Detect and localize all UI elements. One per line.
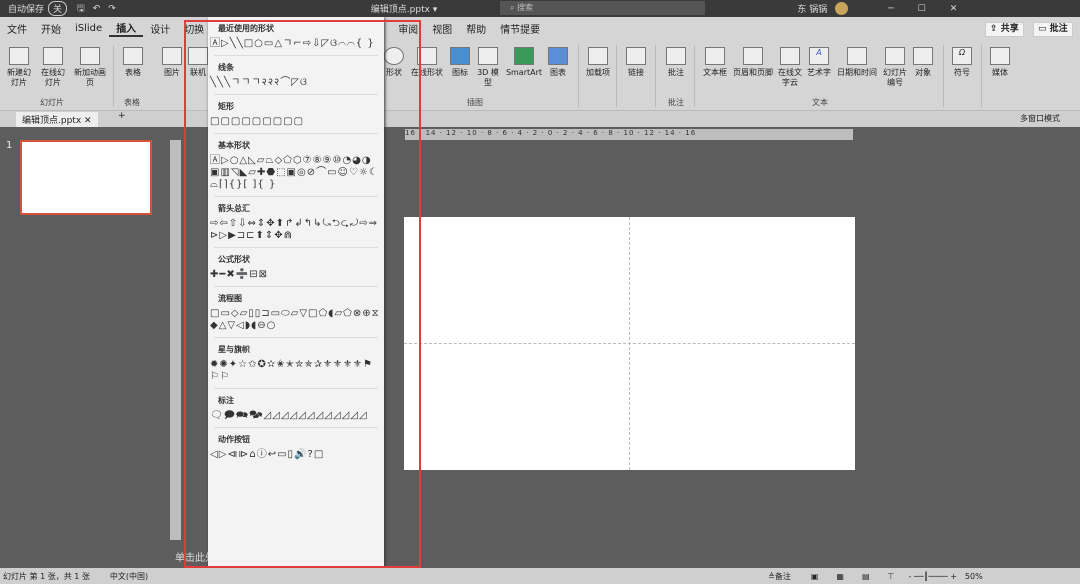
zoom-slider[interactable]: - ──┃──── +: [909, 572, 957, 581]
minimize-icon[interactable]: ─: [888, 4, 893, 14]
table-button[interactable]: 表格: [120, 47, 146, 78]
wordcloud-button[interactable]: 在线文字云: [776, 47, 804, 88]
add-anim-page-button[interactable]: 新加动画页: [74, 47, 106, 88]
comment-button[interactable]: 批注: [662, 47, 690, 78]
sorter-view-icon[interactable]: ▦: [836, 572, 844, 581]
group-text: 文本: [812, 98, 828, 107]
symbol-button[interactable]: Ω 符号: [950, 47, 974, 78]
group-comments: 批注: [668, 98, 684, 107]
group-slides: 幻灯片: [40, 98, 64, 107]
3d-model-button[interactable]: 3D 模型: [474, 47, 502, 88]
slide-info: 幻灯片 第 1 张，共 1 张: [3, 571, 90, 581]
comments-pane-button[interactable]: ▭ 批注: [1033, 22, 1073, 37]
new-slide-button[interactable]: 新建幻灯片: [4, 47, 34, 88]
slideshow-icon[interactable]: ⊤: [888, 572, 895, 581]
new-tab-button[interactable]: +: [118, 111, 126, 121]
user-name[interactable]: 东 锅锅: [797, 2, 827, 15]
redo-icon[interactable]: ↷: [108, 4, 116, 14]
save-icon[interactable]: 🖫: [77, 1, 85, 17]
vertical-ruler: [170, 140, 181, 540]
notes-button[interactable]: ≜备注: [768, 571, 791, 582]
tab-file[interactable]: 文件: [0, 21, 34, 36]
link-button[interactable]: 链接: [622, 47, 650, 78]
textbox-button[interactable]: 文本框: [700, 47, 730, 78]
ribbon-tabs: 文件 开始 iSlide 插入 设计 切换 审阅 视图 帮助 情节提要: [0, 17, 1080, 39]
tab-help[interactable]: 帮助: [459, 21, 493, 36]
highlight-box: [184, 20, 421, 568]
datetime-button[interactable]: 日期和时间: [834, 47, 880, 78]
slide-number-button[interactable]: 幻灯片编号: [880, 47, 910, 88]
share-button[interactable]: ⇪ 共享: [985, 22, 1024, 37]
header-footer-button[interactable]: 页眉和页脚: [730, 47, 776, 78]
ribbon: 新建幻灯片 在线幻灯片 新加动画页 幻灯片 表格 表格 图片 联机 形状 在线形…: [0, 39, 1080, 111]
tab-view[interactable]: 视图: [425, 21, 459, 36]
online-slide-button[interactable]: 在线幻灯片: [38, 47, 68, 88]
maximize-icon[interactable]: ☐: [918, 4, 926, 14]
tab-design[interactable]: 设计: [143, 21, 177, 36]
autosave-label: 自动保存: [8, 5, 45, 15]
slide-canvas[interactable]: [404, 217, 855, 470]
undo-icon[interactable]: ↶: [93, 4, 101, 14]
object-button[interactable]: 对象: [910, 47, 936, 78]
multiwindow-button[interactable]: 多窗口模式: [1020, 113, 1060, 124]
close-icon[interactable]: ✕: [950, 4, 958, 14]
media-button[interactable]: 媒体: [988, 47, 1012, 78]
document-tabs: 编辑顶点.pptx ✕ + 多窗口模式: [0, 111, 1080, 127]
slide-thumbnail[interactable]: [20, 140, 152, 215]
chart-button[interactable]: 图表: [546, 47, 570, 78]
search-placeholder: 搜索: [517, 3, 534, 12]
tab-storyboard[interactable]: 情节提要: [493, 21, 547, 36]
language[interactable]: 中文(中国): [110, 571, 148, 582]
normal-view-icon[interactable]: ▣: [811, 572, 819, 581]
file-name[interactable]: 编辑顶点.pptx ▾: [371, 2, 438, 15]
slide-number: 1: [6, 140, 13, 151]
group-illustrations: 插图: [467, 98, 483, 107]
smartart-button[interactable]: SmartArt: [504, 47, 544, 78]
autosave-toggle[interactable]: 关: [48, 1, 68, 16]
search-input[interactable]: ⌕ 搜索: [500, 1, 705, 15]
tab-insert[interactable]: 插入: [109, 20, 144, 37]
icons-button[interactable]: 图标: [450, 47, 470, 78]
picture-button[interactable]: 图片: [160, 47, 184, 78]
tab-home[interactable]: 开始: [34, 21, 68, 36]
reading-view-icon[interactable]: ▤: [862, 572, 870, 581]
document-tab[interactable]: 编辑顶点.pptx ✕: [16, 112, 98, 127]
status-bar: 幻灯片 第 1 张，共 1 张 中文(中国) ≜备注 ▣ ▦ ▤ ⊤ - ──┃…: [0, 568, 1080, 584]
group-tables: 表格: [124, 98, 140, 107]
wordart-button[interactable]: A 艺术字: [804, 47, 834, 78]
tab-islide[interactable]: iSlide: [68, 23, 109, 34]
horizontal-ruler: 16 · 14 · 12 · 10 · 8 · 6 · 4 · 2 · 0 · …: [405, 129, 853, 140]
addins-button[interactable]: 加载项: [584, 47, 612, 78]
zoom-level[interactable]: 50%: [965, 572, 983, 581]
avatar[interactable]: [835, 2, 849, 15]
